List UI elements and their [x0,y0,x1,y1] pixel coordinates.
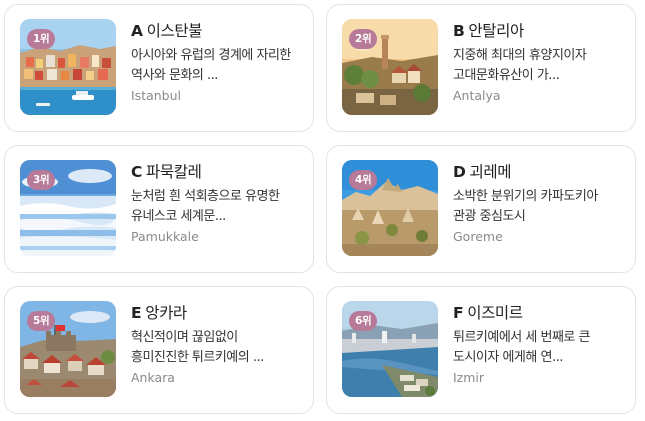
destination-photo-pamukkale: 3위 [20,160,116,256]
destination-name: 안탈리아 [468,22,524,40]
destination-description: 혁신적이며 끊임없이 흥미진진한 튀르키예의 ... [131,330,264,365]
marker-letter: D [453,163,466,181]
destination-photo-izmir: 6위 [342,301,438,397]
destination-card-goreme[interactable]: 4위 D 괴레메 소박한 분위기의 카파도키아 관광 중심도시 Goreme [326,145,636,273]
destination-name: 파묵칼레 [145,163,202,181]
rank-badge: 4위 [349,170,378,190]
destination-english-name: Istanbul [131,88,182,103]
destination-name: 괴레메 [469,163,512,181]
destination-title: E 앙카라 [131,303,297,323]
marker-letter: A [131,22,143,40]
marker-letter: B [453,22,465,40]
destination-card-ankara[interactable]: 5위 E 앙카라 혁신적이며 끊임없이 흥미진진한 튀르키예의 ... Ankar… [4,286,314,414]
destination-title: D 괴레메 [453,162,619,182]
destination-description: 소박한 분위기의 카파도키아 관광 중심도시 [453,189,598,224]
rank-badge: 1위 [27,29,56,49]
marker-letter: F [453,304,464,322]
destination-title: F 이즈미르 [453,303,619,323]
marker-letter: C [131,163,142,181]
destination-description: 튀르키예에서 세 번째로 큰 도시이자 에게해 연... [453,330,590,365]
rank-badge: 3위 [27,170,56,190]
rank-badge: 6위 [349,311,378,331]
rank-badge: 5위 [27,311,56,331]
destination-photo-istanbul: 1위 [20,19,116,115]
destination-english-name: Ankara [131,370,175,385]
destination-card-izmir[interactable]: 6위 F 이즈미르 튀르키예에서 세 번째로 큰 도시이자 에게해 연... Iz… [326,286,636,414]
destination-description: 눈처럼 흰 석회층으로 유명한 유네스코 세계문... [131,189,280,224]
destination-card-istanbul[interactable]: 1위 A 이스탄불 아시아와 유럽의 경계에 자리한 역사와 문화의 ... Is… [4,4,314,132]
destination-english-name: Antalya [453,88,501,103]
destination-english-name: Izmir [453,370,485,385]
destination-title: C 파묵칼레 [131,162,297,182]
marker-letter: E [131,304,142,322]
destination-name: 앙카라 [145,304,187,322]
destination-title: A 이스탄불 [131,21,297,41]
destination-name: 이스탄불 [146,22,203,40]
destination-description: 아시아와 유럽의 경계에 자리한 역사와 문화의 ... [131,48,291,83]
destination-photo-ankara: 5위 [20,301,116,397]
destination-description: 지중해 최대의 휴양지이자 고대문화유산이 가... [453,48,587,83]
destination-photo-antalya: 2위 [342,19,438,115]
rank-badge: 2위 [349,29,378,49]
destination-name: 이즈미르 [467,304,523,322]
destination-english-name: Pamukkale [131,229,199,244]
destination-photo-goreme: 4위 [342,160,438,256]
destination-card-pamukkale[interactable]: 3위 C 파묵칼레 눈처럼 흰 석회층으로 유명한 유네스코 세계문... Pam… [4,145,314,273]
destination-title: B 안탈리아 [453,21,619,41]
destination-card-antalya[interactable]: 2위 B 안탈리아 지중해 최대의 휴양지이자 고대문화유산이 가... Anta… [326,4,636,132]
destination-english-name: Goreme [453,229,503,244]
